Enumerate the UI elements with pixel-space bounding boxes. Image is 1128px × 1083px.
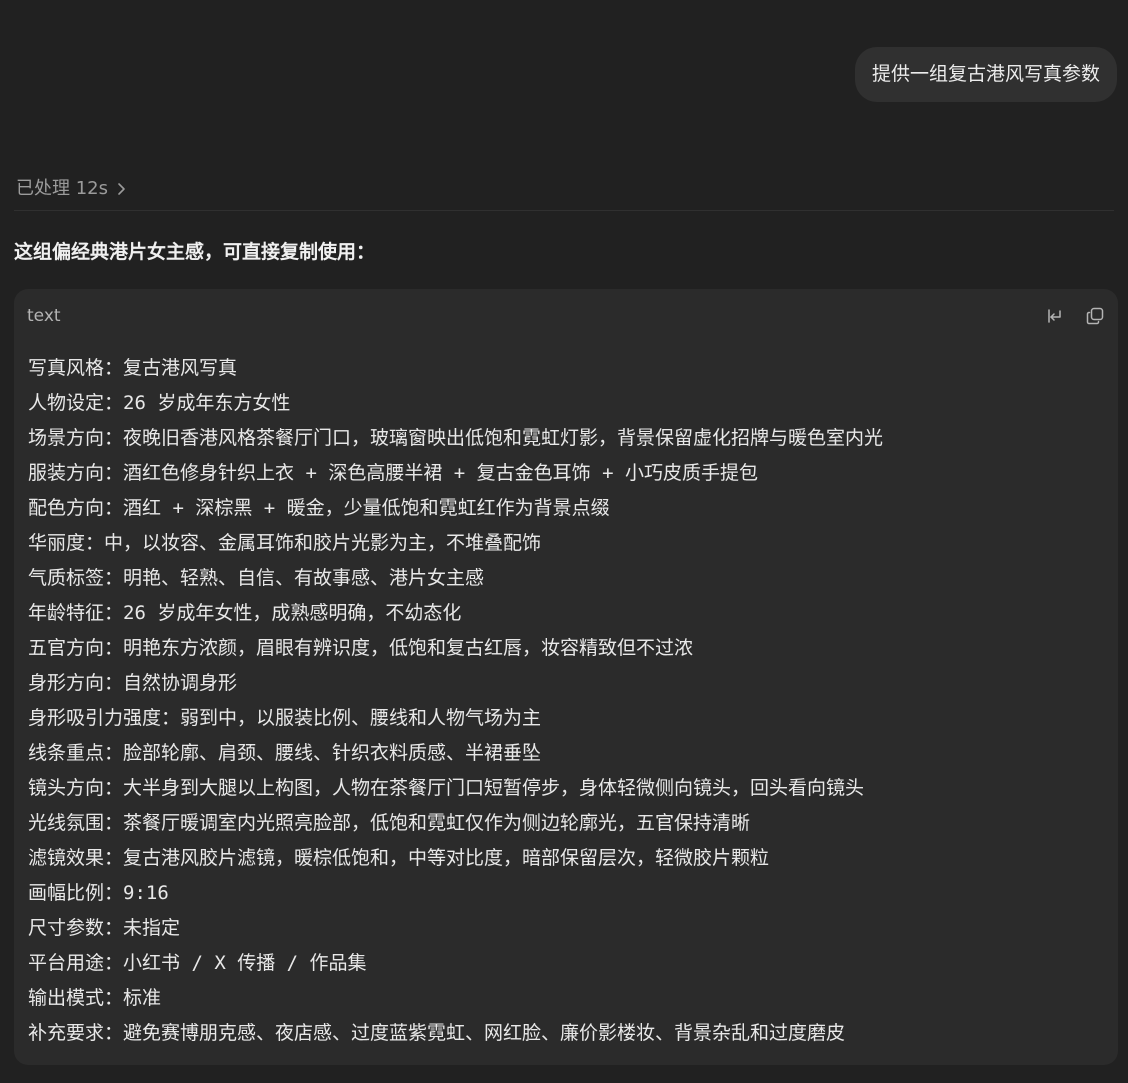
thinking-toggle[interactable]: 已处理 12s <box>16 172 128 202</box>
divider <box>14 210 1114 211</box>
code-content[interactable]: 写真风格：复古港风写真 人物设定：26 岁成年东方女性 场景方向：夜晚旧香港风格… <box>28 351 1104 1051</box>
code-line: 滤镜效果：复古港风胶片滤镜，暖棕低饱和，中等对比度，暗部保留层次，轻微胶片颗粒 <box>28 847 770 869</box>
code-line: 镜头方向：大半身到大腿以上构图，人物在茶餐厅门口短暂停步，身体轻微侧向镜头，回头… <box>28 777 865 799</box>
code-line: 写真风格：复古港风写真 <box>28 357 238 379</box>
user-message-row: 提供一组复古港风写真参数 <box>854 47 1117 102</box>
wrap-lines-icon <box>1048 309 1061 323</box>
code-line: 华丽度：中，以妆容、金属耳饰和胶片光影为主，不堆叠配饰 <box>28 532 542 554</box>
code-line: 平台用途：小红书 / X 传播 / 作品集 <box>28 952 367 974</box>
code-line: 输出模式：标准 <box>28 987 162 1009</box>
code-line: 场景方向：夜晚旧香港风格茶餐厅门口，玻璃窗映出低饱和霓虹灯影，背景保留虚化招牌与… <box>28 427 884 449</box>
code-line: 人物设定：26 岁成年东方女性 <box>28 392 291 414</box>
code-line: 气质标签：明艳、轻熟、自信、有故事感、港片女主感 <box>28 567 485 589</box>
code-line: 补充要求：避免赛博朋克感、夜店感、过度蓝紫霓虹、网红脸、廉价影楼妆、背景杂乱和过… <box>28 1022 846 1044</box>
code-line: 身形吸引力强度：弱到中，以服装比例、腰线和人物气场为主 <box>28 707 542 729</box>
code-line: 五官方向：明艳东方浓颜，眉眼有辨识度，低饱和复古红唇，妆容精致但不过浓 <box>28 637 694 659</box>
code-line: 画幅比例：9:16 <box>28 882 169 904</box>
code-language-label: text <box>27 306 61 326</box>
user-message-bubble: 提供一组复古港风写真参数 <box>854 47 1117 102</box>
copy-icon <box>1086 307 1104 325</box>
chat-page: 提供一组复古港风写真参数 已处理 12s 这组偏经典港片女主感，可直接复制使用：… <box>0 0 1128 1083</box>
code-line: 线条重点：脸部轮廓、肩颈、腰线、针织衣料质感、半裙垂坠 <box>28 742 542 764</box>
code-line: 身形方向：自然协调身形 <box>28 672 238 694</box>
copy-button[interactable] <box>1085 306 1105 326</box>
code-block-header: text <box>27 301 1105 331</box>
code-line: 服装方向：酒红色修身针织上衣 + 深色高腰半裙 + 复古金色耳饰 + 小巧皮质手… <box>28 462 758 484</box>
code-line: 年龄特征：26 岁成年女性，成熟感明确，不幼态化 <box>28 602 462 624</box>
assistant-intro-text: 这组偏经典港片女主感，可直接复制使用： <box>14 241 376 263</box>
code-line: 光线氛围：茶餐厅暖调室内光照亮脸部，低饱和霓虹仅作为侧边轮廓光，五官保持清晰 <box>28 812 751 834</box>
code-toolbar <box>1045 306 1105 326</box>
chevron-right-icon <box>114 180 128 195</box>
code-line: 配色方向：酒红 + 深棕黑 + 暖金，少量低饱和霓虹红作为背景点缀 <box>28 497 610 519</box>
wrap-lines-button[interactable] <box>1045 306 1065 326</box>
thinking-label: 已处理 12s <box>16 178 109 199</box>
code-block: text 写真风格：复古港风写真 人物设定：26 岁成年东方女性 场景方向：夜晚… <box>14 289 1118 1065</box>
code-line: 尺寸参数：未指定 <box>28 917 181 939</box>
